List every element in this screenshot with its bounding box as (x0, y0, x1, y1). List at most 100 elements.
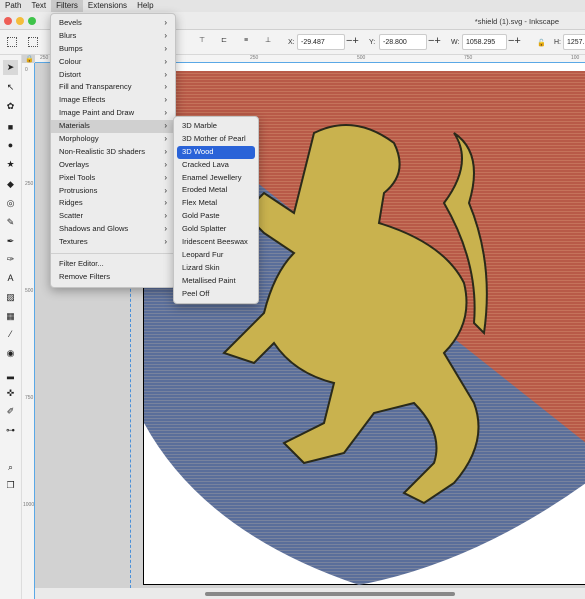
text-icon[interactable]: A (3, 271, 18, 286)
toolbox: ➤ ↖ ✿ ■ ● ★ ◆ ◎ ✎ ✒ ✑ A ▨ ▦ ⁄ ◉ ▂ ✜ ✐ ⊶ ⌕ ❐ (0, 55, 22, 599)
pen-icon[interactable]: ✒ (3, 234, 18, 249)
x-stepper[interactable]: −+ (346, 35, 359, 47)
menu-item-label: Blurs (59, 30, 77, 40)
star-icon[interactable]: ★ (3, 157, 18, 172)
measure-icon[interactable]: ✐ (3, 404, 18, 419)
select-all-icon[interactable] (7, 37, 17, 47)
x-field[interactable]: -29.487 (297, 34, 345, 50)
menu-help[interactable]: Help (132, 0, 158, 12)
spiral-icon[interactable]: ◎ (3, 196, 18, 211)
materials-menu-item[interactable]: Iridescent Beeswax (174, 236, 258, 249)
eraser-icon[interactable]: ▂ (3, 367, 18, 382)
menu-item-label: Protrusions (59, 185, 98, 195)
materials-menu-item[interactable]: Enamel Jewellery (174, 172, 258, 185)
chevron-right-icon: › (164, 18, 167, 27)
filters-menu-item[interactable]: Shadows and Glows › (51, 223, 175, 236)
filters-menu-item[interactable]: Morphology › (51, 133, 175, 146)
filters-menu-item[interactable]: Image Paint and Draw › (51, 107, 175, 120)
connector-icon[interactable]: ⊶ (3, 423, 18, 438)
lower-to-bottom-icon[interactable]: ⊥ (263, 37, 273, 47)
materials-menu-item[interactable]: 3D Marble (174, 120, 258, 133)
vertical-ruler: 0 250 500 750 1000 (22, 63, 35, 599)
materials-menu-item[interactable]: Gold Splatter (174, 223, 258, 236)
selector-icon[interactable]: ➤ (3, 60, 18, 75)
filters-menu-item[interactable]: Distort › (51, 69, 175, 82)
filters-menu-item[interactable]: Scatter › (51, 210, 175, 223)
lower-icon[interactable]: ≡ (241, 37, 251, 47)
width-field[interactable]: 1058.295 (462, 34, 507, 50)
ruler-tick: 1000 (23, 502, 35, 508)
ruler-tick: 750 (25, 395, 34, 401)
materials-menu-item[interactable]: Lizard Skin (174, 262, 258, 275)
lock-ratio-icon[interactable]: 🔓 (537, 39, 546, 47)
raise-icon[interactable]: ⊏ (219, 37, 229, 47)
filters-menu-item[interactable]: Blurs › (51, 30, 175, 43)
chevron-right-icon: › (164, 211, 167, 221)
materials-menu-item[interactable]: Gold Paste (174, 210, 258, 223)
minimize-button[interactable] (16, 17, 24, 25)
3dbox-icon[interactable]: ◆ (3, 177, 18, 192)
filters-menu-item[interactable]: Overlays › (51, 159, 175, 172)
menu-extensions[interactable]: Extensions (83, 0, 132, 12)
close-button[interactable] (4, 17, 12, 25)
materials-menu-item[interactable]: Cracked Lava (174, 159, 258, 172)
materials-menu-item[interactable]: 3D Mother of Pearl (174, 133, 258, 146)
mesh-icon[interactable]: ▦ (3, 309, 18, 324)
w-stepper[interactable]: −+ (508, 35, 521, 47)
filters-menu-item[interactable]: Image Effects › (51, 94, 175, 107)
dropper-icon[interactable]: ⁄ (3, 327, 18, 342)
filters-menu-item[interactable]: Textures › (51, 236, 175, 249)
paint-bucket-icon[interactable]: ◉ (3, 346, 18, 361)
tweak-icon[interactable]: ✿ (3, 99, 18, 114)
horizontal-scrollbar[interactable] (35, 588, 585, 599)
lock-guides-icon[interactable]: 🔒 (25, 55, 34, 63)
y-field[interactable]: -28.800 (379, 34, 427, 50)
filters-menu-item[interactable]: Remove Filters (51, 271, 175, 284)
filters-menu-item[interactable]: Pixel Tools › (51, 172, 175, 185)
filters-menu-item[interactable]: Bumps › (51, 43, 175, 56)
scrollbar-thumb[interactable] (205, 592, 455, 596)
rect-icon[interactable]: ■ (3, 120, 18, 135)
filters-menu-item[interactable]: Fill and Transparency › (51, 81, 175, 94)
raise-to-top-icon[interactable]: ⊤ (197, 37, 207, 47)
filters-menu-item[interactable]: Ridges › (51, 197, 175, 210)
pencil-icon[interactable]: ✎ (3, 215, 18, 230)
menu-item-label: Fill and Transparency (59, 82, 132, 92)
ellipse-icon[interactable]: ● (3, 138, 18, 153)
height-field[interactable]: 1257. (563, 34, 585, 50)
filters-menu-item[interactable]: Protrusions › (51, 185, 175, 198)
filters-menu-item[interactable]: Materials › (51, 120, 175, 134)
filters-menu-item[interactable]: Colour › (51, 56, 175, 69)
calligraphy-icon[interactable]: ✑ (3, 252, 18, 267)
filters-menu-item[interactable]: Filter Editor... (51, 258, 175, 271)
zoom-icon[interactable]: ⌕ (3, 460, 18, 475)
gradient-icon[interactable]: ▨ (3, 290, 18, 305)
y-stepper[interactable]: −+ (428, 35, 441, 47)
ruler-tick: 250 (250, 55, 259, 61)
menu-path[interactable]: Path (0, 0, 26, 12)
ruler-tick: 500 (25, 288, 34, 294)
menu-item-label: Materials (59, 121, 90, 131)
menu-text[interactable]: Text (26, 0, 51, 12)
materials-menu-item[interactable]: Leopard Fur (174, 249, 258, 262)
menu-item-label: Image Paint and Draw (59, 108, 135, 118)
h-label: H: (554, 39, 561, 46)
materials-menu-item[interactable]: 3D Wood (177, 145, 255, 159)
zoom-button[interactable] (28, 17, 36, 25)
y-label: Y: (369, 39, 376, 46)
window-title: *shield (1).svg - Inkscape (474, 17, 559, 26)
materials-menu-item[interactable]: Metallised Paint (174, 275, 258, 288)
select-all-layers-icon[interactable] (28, 37, 38, 47)
spray-icon[interactable]: ✜ (3, 386, 18, 401)
filters-menu-item[interactable]: Bevels › (51, 17, 175, 30)
pages-icon[interactable]: ❐ (3, 478, 18, 493)
menu-item-label: Overlays (59, 159, 89, 169)
menu-filters[interactable]: Filters (51, 0, 83, 12)
menu-item-label: Ridges (59, 198, 83, 208)
filters-menu-item[interactable]: Non-Realistic 3D shaders › (51, 146, 175, 159)
menu-item-label: Scatter (59, 211, 84, 221)
materials-menu-item[interactable]: Peel Off (174, 288, 258, 301)
materials-menu-item[interactable]: Flex Metal (174, 197, 258, 210)
node-icon[interactable]: ↖ (3, 80, 18, 95)
materials-menu-item[interactable]: Eroded Metal (174, 184, 258, 197)
